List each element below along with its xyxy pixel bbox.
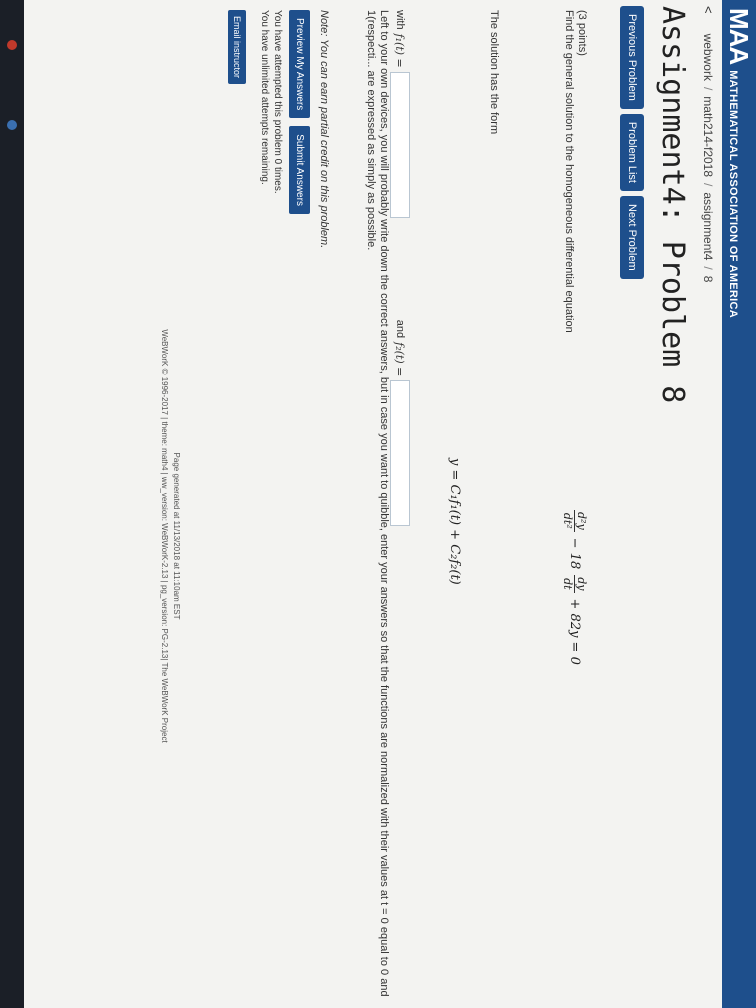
page-title: Assignment4: Problem 8 [655,6,690,404]
bezel-light-icon [7,40,17,50]
answer-row: with f₁(t) = and f₂(t) = [390,10,410,527]
breadcrumb-item-assignment[interactable]: assignment4 [702,192,716,260]
fraction-denominator: dt² [561,512,574,529]
bezel-light-icon [7,120,17,130]
equation-coefficient: − 18 [567,537,582,570]
answer-actions: Preview My Answers Submit Answers [289,10,310,214]
previous-problem-button[interactable]: Previous Problem [620,6,644,109]
f2-label: f₂(t) = [393,342,407,377]
submit-answers-button[interactable]: Submit Answers [289,126,310,214]
breadcrumb: < webwork / math214-f2018 / assignment4 … [701,6,716,282]
problem-nav: Previous Problem Problem List Next Probl… [620,6,644,279]
breadcrumb-separator: / [701,183,716,187]
breadcrumb-separator: / [701,266,716,270]
problem-hint: Left to your own devices, you will proba… [365,10,390,997]
attempts-info: You have attempted this problem 0 times.… [258,10,284,194]
maa-logo[interactable]: MAA MATHEMATICAL ASSOCIATION OF AMERICA [723,8,754,318]
first-derivative-fraction: dy dt [561,575,588,593]
photo-stage: MAA MATHEMATICAL ASSOCIATION OF AMERICA … [0,0,756,1008]
equation-tail: + 82y = 0 [567,598,582,665]
breadcrumb-item-webwork[interactable]: webwork [702,34,716,81]
problem-prompt: Find the general solution to the homogen… [563,10,575,333]
fraction-numerator: dy [574,575,588,593]
problem-points: (3 points) [576,10,588,56]
breadcrumb-separator: / [701,86,716,91]
f2-answer-input[interactable] [390,380,410,527]
and-label: and [394,319,406,339]
footer-copyright: WeBWorK © 1996-2017 | theme: math4 | ww_… [160,329,169,743]
preview-answers-button[interactable]: Preview My Answers [289,10,310,119]
email-instructor-button[interactable]: Email instructor [228,10,246,85]
screen-bezel [0,0,24,1008]
footer-generated: Page generated at 11/13/2018 at 11:10am … [172,452,181,620]
partial-credit-note: Note: You can earn partial credit on thi… [318,10,330,249]
f1-answer-input[interactable] [390,71,410,218]
page-footer: Page generated at 11/13/2018 at 11:10am … [158,156,182,916]
attempts-remaining: You have unlimited attempts remaining. [259,10,270,185]
fraction-numerator: d²y [574,510,588,532]
next-problem-button[interactable]: Next Problem [620,195,644,279]
with-label: with [394,10,406,30]
problem-list-button[interactable]: Problem List [620,113,644,191]
logo-text: MATHEMATICAL ASSOCIATION OF AMERICA [727,70,739,319]
problem-body: (3 points) Find the general solution to … [228,10,588,1000]
second-derivative-fraction: d²y dt² [561,510,588,532]
solution-form-text: The solution has the form [488,10,500,135]
webwork-page: MAA MATHEMATICAL ASSOCIATION OF AMERICA … [24,0,756,1008]
solution-form-equation: y = C₁f₁(t) + C₂f₂(t) [447,458,462,585]
attempts-count: You have attempted this problem 0 times. [272,10,283,194]
breadcrumb-item-course[interactable]: math214-f2018 [702,96,716,177]
fraction-denominator: dt [561,578,574,590]
breadcrumb-item-problem: 8 [701,275,716,283]
site-header: MAA MATHEMATICAL ASSOCIATION OF AMERICA [722,0,756,1008]
back-arrow-icon[interactable]: < [701,6,716,14]
differential-equation: d²y dt² − 18 dy dt + 82y = 0 [561,510,588,665]
f1-label: f₁(t) = [393,33,407,68]
logo-mark: MAA [724,8,754,65]
